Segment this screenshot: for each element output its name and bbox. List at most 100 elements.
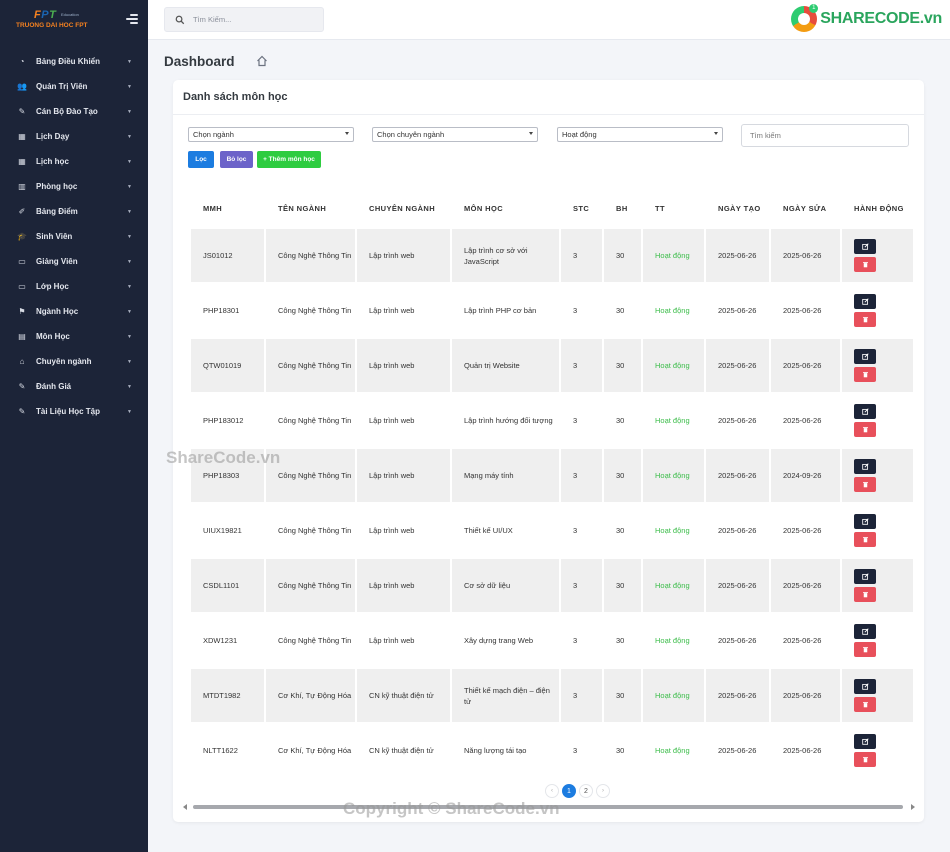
cell-tt: Hoạt động [643,559,704,612]
sidebar: FPT Education TRUONG DAI HOC FPT ◔ Bảng Đ… [0,0,148,852]
delete-button[interactable] [854,752,876,767]
edit-button[interactable] [854,734,876,749]
cell-nganh: Công Nghệ Thông Tin [266,229,355,282]
cell-mon: Năng lượng tái tạo [464,746,527,755]
add-subject-button[interactable]: + Thêm môn học [257,151,321,168]
chevron-down-icon: ▼ [127,408,132,415]
trash-icon [862,262,868,268]
sidebar-item[interactable]: ✎ Tài Liệu Học Tập ▼ [0,399,148,424]
cell-mon: Xây dựng trang Web [464,636,534,645]
edit-icon [861,738,869,745]
building-icon: ▥ [18,182,26,191]
table-header-row: MMH TÊN NGÀNH CHUYÊN NGÀNH MÔN HỌC STC BH TT NG… [191,189,913,227]
sidebar-item-label: Quản Trị Viên [36,82,88,91]
sidebar-item[interactable]: ⚑ Ngành Học ▼ [0,299,148,324]
delete-button[interactable] [854,422,876,437]
scrollbar-thumb[interactable] [193,805,903,809]
edit-button[interactable] [854,459,876,474]
cell-nganh: Công Nghệ Thông Tin [266,339,355,392]
column-header: BH [616,203,628,213]
cell-stc: 3 [573,746,578,755]
next-page-button[interactable]: › [596,784,610,798]
edit-button[interactable] [854,514,876,529]
major-select-value: Chọn ngành [193,130,234,139]
delete-button[interactable] [854,367,876,382]
edit-button[interactable] [854,239,876,254]
edit-button[interactable] [854,624,876,639]
cell-mon: Thiết kế mạch điện – điện tử [452,669,559,722]
sidebar-item[interactable]: ✎ Cán Bộ Đào Tạo ▼ [0,99,148,124]
edit-button[interactable] [854,349,876,364]
cell-stc: 3 [573,416,578,425]
table-row: PHP18303 Công Nghệ Thông Tin Lập trình web… [191,449,913,502]
filter-button[interactable]: Lọc [188,151,214,168]
delete-button[interactable] [854,257,876,272]
sidebar-item[interactable]: ▤ Môn Học ▼ [0,324,148,349]
table-row: MTDT1982 Cơ Khí, Tự Động Hóa CN kỹ thuật đ… [191,669,913,722]
page-button-2[interactable]: 2 [579,784,593,798]
subject-search-input[interactable]: Tìm kiếm [741,124,909,147]
horizontal-scrollbar[interactable] [183,802,915,811]
page-button-1[interactable]: 1 [562,784,576,798]
sidebar-item[interactable]: ▭ Giảng Viên ▼ [0,249,148,274]
delete-button[interactable] [854,532,876,547]
chevron-down-icon: ▼ [127,333,132,340]
cell-tt: Hoạt động [643,229,704,282]
cell-nganh: Cơ Khí, Tự Động Hóa [278,746,352,755]
sidebar-item-label: Phòng học [36,182,78,191]
cell-chuyen: Lập trình web [357,449,450,502]
major-select[interactable]: Chọn ngành [188,127,354,142]
prev-page-button[interactable]: ‹ [545,784,559,798]
edit-icon [861,463,869,470]
sidebar-item[interactable]: ▦ Lịch Dạy ▼ [0,124,148,149]
fpt-logo[interactable]: FPT Education TRUONG DAI HOC FPT [14,6,114,34]
cell-chuyen: CN kỹ thuật điện tử [357,669,450,722]
sidebar-item[interactable]: 🎓 Sinh Viên ▼ [0,224,148,249]
delete-button[interactable] [854,642,876,657]
delete-button[interactable] [854,477,876,492]
delete-button[interactable] [854,697,876,712]
sidebar-item[interactable]: ◔ Bảng Điều Khiển ▼ [0,49,148,74]
edit-button[interactable] [854,679,876,694]
status-select[interactable]: Hoạt động [557,127,723,142]
cell-tt: Hoạt động [655,306,690,315]
table-row: JS01012 Công Nghệ Thông Tin Lập trình web L… [191,229,913,282]
notification-badge: 1 [809,4,819,13]
table-row: XDW1231 Công Nghệ Thông Tin Lập trình web X… [191,614,913,667]
sidebar-item[interactable]: ▥ Phòng học ▼ [0,174,148,199]
search-input[interactable] [193,15,313,24]
home-icon[interactable] [256,55,268,67]
cell-tt: Hoạt động [643,669,704,722]
sidebar-item[interactable]: ▦ Lịch học ▼ [0,149,148,174]
specialty-select[interactable]: Chọn chuyên ngành [372,127,538,142]
delete-button[interactable] [854,312,876,327]
edit-icon [861,573,869,580]
trash-icon [862,702,868,708]
edit-icon [861,408,869,415]
column-header: MÔN HỌC [464,203,504,213]
sidebar-item[interactable]: ✎ Đánh Giá ▼ [0,374,148,399]
delete-button[interactable] [854,587,876,602]
cell-chuyen: Lập trình web [369,636,415,645]
global-search[interactable] [164,7,324,32]
cell-stc: 3 [561,229,602,282]
trash-icon [862,757,868,763]
cell-nganh: Công Nghệ Thông Tin [266,449,355,502]
table-row: UIUX19821 Công Nghệ Thông Tin Lập trình we… [191,504,913,557]
cell-sua: 2025-06-26 [783,746,822,755]
cell-mon: Mạng máy tính [452,449,559,502]
edit-button[interactable] [854,294,876,309]
menu-toggle-icon[interactable] [126,14,138,24]
scroll-left-arrow[interactable] [183,804,187,810]
edit-button[interactable] [854,404,876,419]
cell-mon: Thiết kế UI/UX [464,526,513,535]
cell-mmh: JS01012 [191,229,264,282]
scroll-right-arrow[interactable] [911,804,915,810]
edit-button[interactable] [854,569,876,584]
sidebar-item[interactable]: 👥 Quản Trị Viên ▼ [0,74,148,99]
sidebar-item[interactable]: ✐ Bảng Điểm ▼ [0,199,148,224]
clear-filter-button[interactable]: Bỏ lọc [220,151,253,168]
cell-chuyen: CN kỹ thuật điện tử [369,746,434,755]
sidebar-item[interactable]: ⌂ Chuyên ngành ▼ [0,349,148,374]
sidebar-item[interactable]: ▭ Lớp Học ▼ [0,274,148,299]
